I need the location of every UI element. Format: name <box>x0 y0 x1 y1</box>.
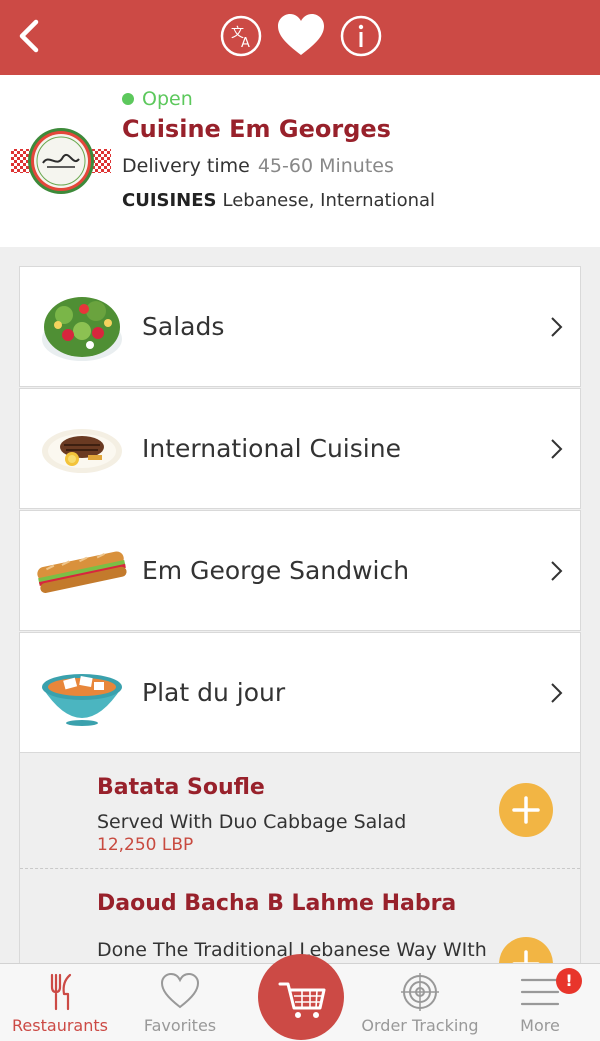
salad-icon <box>38 285 126 369</box>
tab-restaurants[interactable]: Restaurants <box>0 964 120 1041</box>
restaurant-name: Cuisine Em Georges <box>122 115 391 143</box>
dish-description: Served With Duo Cabbage Salad <box>97 811 407 833</box>
soup-bowl-icon <box>38 651 126 735</box>
open-status-dot <box>122 93 134 105</box>
bottom-tab-bar: Restaurants Favorites Order Tracking Mor… <box>0 954 600 1041</box>
dish-name: Batata Soufle <box>97 775 265 800</box>
info-button[interactable] <box>339 14 383 58</box>
notification-badge: ! <box>556 968 582 994</box>
tab-label: More <box>520 1016 560 1035</box>
delivery-time-value: 45-60 Minutes <box>257 155 394 177</box>
chevron-right-icon <box>551 317 563 337</box>
svg-text:A: A <box>241 36 250 51</box>
heart-outline-icon <box>160 972 200 1009</box>
top-bar: 文 A <box>0 0 600 75</box>
dish-price: 12,250 LBP <box>97 835 194 855</box>
info-icon <box>340 15 382 57</box>
open-status-text: Open <box>142 88 193 110</box>
category-label: Salads <box>142 312 225 341</box>
plus-icon <box>512 796 540 824</box>
delivery-time-label: Delivery time <box>122 155 250 177</box>
dish-item[interactable]: Daoud Bacha B Lahme Habra Done The Tradi… <box>20 869 580 963</box>
target-icon <box>401 973 439 1011</box>
category-em-george-sandwich[interactable]: Em George Sandwich <box>19 510 581 631</box>
add-to-cart-button[interactable] <box>499 783 553 837</box>
category-international-cuisine[interactable]: International Cuisine <box>19 388 581 509</box>
steak-plate-icon <box>38 407 126 491</box>
fork-knife-icon <box>50 973 72 1011</box>
tab-label: Restaurants <box>12 1016 108 1035</box>
restaurant-logo <box>11 127 111 195</box>
delivery-time: Delivery time 45-60 Minutes <box>122 155 394 177</box>
cuisines-label: CUISINES <box>122 190 217 211</box>
chevron-right-icon <box>551 683 563 703</box>
restaurant-header: Open Cuisine Em Georges Delivery time 45-… <box>0 75 600 247</box>
dish-name: Daoud Bacha B Lahme Habra <box>97 891 457 916</box>
category-label: Em George Sandwich <box>142 556 410 585</box>
cuisines: CUISINES Lebanese, International <box>122 190 435 211</box>
open-status: Open <box>122 87 193 111</box>
tab-label: Order Tracking <box>361 1016 479 1035</box>
favorite-button[interactable] <box>277 14 324 58</box>
sandwich-icon <box>34 529 130 613</box>
category-salads[interactable]: Salads <box>19 266 581 387</box>
chevron-right-icon <box>551 561 563 581</box>
translate-button[interactable]: 文 A <box>219 14 263 58</box>
cart-button[interactable] <box>258 954 344 1040</box>
translate-icon: 文 A <box>220 15 262 57</box>
tab-order-tracking[interactable]: Order Tracking <box>360 964 480 1041</box>
tab-label: Favorites <box>143 1016 217 1035</box>
dish-list[interactable]: Batata Soufle Served With Duo Cabbage Sa… <box>19 753 581 963</box>
category-label: Plat du jour <box>142 678 286 707</box>
tab-more[interactable]: More <box>480 964 600 1041</box>
favorite-heart-icon <box>278 14 324 55</box>
category-plat-du-jour[interactable]: Plat du jour <box>19 632 581 753</box>
cuisines-value: Lebanese, International <box>222 190 436 211</box>
add-to-cart-button[interactable] <box>499 937 553 963</box>
plus-icon <box>512 950 540 963</box>
chevron-right-icon <box>551 439 563 459</box>
category-label: International Cuisine <box>142 434 401 463</box>
dish-item[interactable]: Batata Soufle Served With Duo Cabbage Sa… <box>20 753 580 869</box>
cart-icon <box>278 982 326 1018</box>
menu-icon <box>520 978 560 1006</box>
tab-favorites[interactable]: Favorites <box>120 964 240 1041</box>
